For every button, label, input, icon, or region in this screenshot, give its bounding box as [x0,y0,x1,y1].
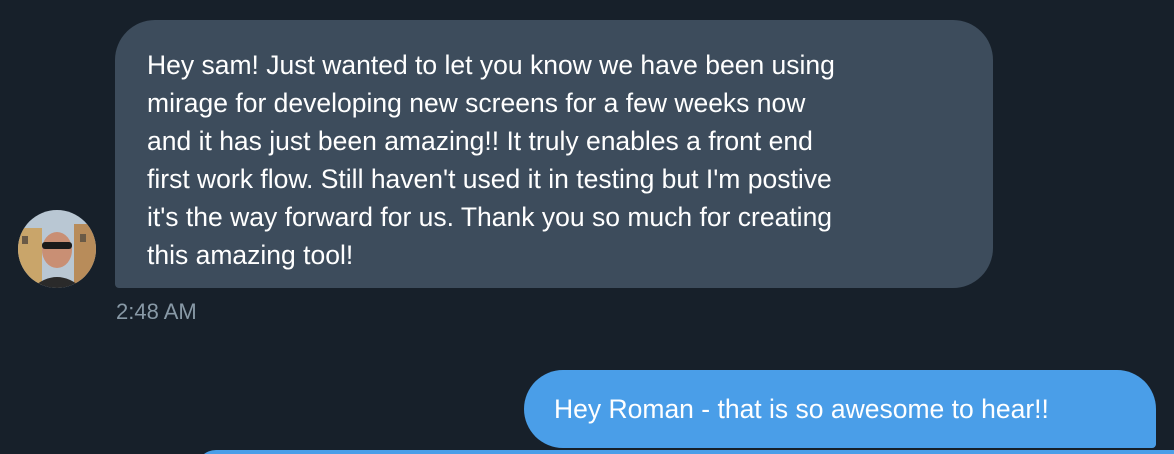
user-photo-avatar-icon [18,210,96,288]
outgoing-message-bubble[interactable]: Hey Roman - that is so awesome to hear!! [524,370,1156,448]
incoming-message-bubble[interactable]: Hey sam! Just wanted to let you know we … [115,20,993,288]
message-timestamp: 2:48 AM [116,299,197,324]
outgoing-message-bubble-partial[interactable] [196,450,1174,454]
message-thread: Hey sam! Just wanted to let you know we … [0,0,1174,454]
sender-avatar[interactable] [18,210,96,288]
